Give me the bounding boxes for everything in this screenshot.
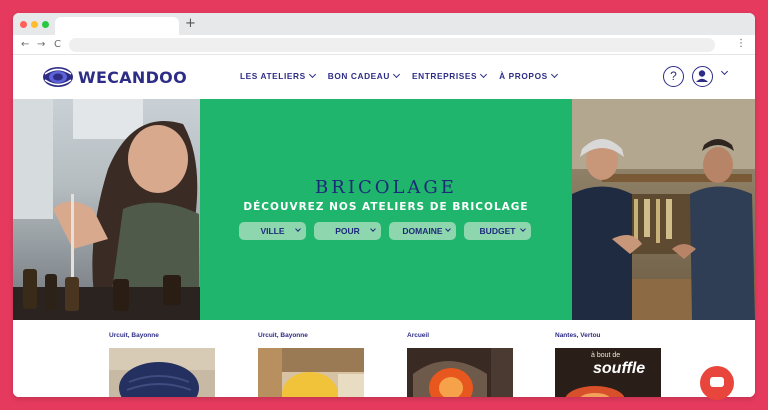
url-input[interactable] [69, 38, 715, 52]
browser-tab-bar: + [13, 13, 755, 35]
logo-mark-icon [42, 66, 74, 88]
new-tab-button[interactable]: + [185, 16, 196, 31]
filter-ville-dropdown[interactable]: VILLE [239, 222, 306, 240]
filter-domaine-dropdown[interactable]: DOMAINE [389, 222, 456, 240]
filter-label: DOMAINE [402, 226, 443, 236]
nav-label: LES ATELIERS [240, 71, 306, 81]
chat-widget-button[interactable] [700, 366, 734, 400]
user-menu-chevron-icon[interactable] [720, 67, 729, 76]
chevron-down-icon [392, 70, 401, 79]
chat-bubble-icon [710, 377, 724, 387]
hero-photo-right [572, 99, 755, 320]
filter-label: VILLE [260, 226, 285, 236]
workshop-card[interactable]: Nantes, Vertou à bout de souffle [555, 332, 661, 397]
filter-bar: VILLE POUR DOMAINE BUDGET [239, 222, 531, 240]
hero-subtitle: DÉCOUVREZ NOS ATELIERS DE BRICOLAGE [243, 201, 529, 213]
chevron-down-icon [445, 226, 451, 232]
card-image[interactable] [258, 348, 364, 397]
chevron-down-icon [520, 226, 526, 232]
browser-window: + ← → C ⋮ WECANDOO LES ATELIERS BON CADE… [13, 13, 755, 397]
browser-tab[interactable] [55, 17, 179, 35]
maximize-window-button[interactable] [42, 21, 49, 28]
filter-label: BUDGET [479, 226, 516, 236]
hero-title: BRICOLAGE [315, 177, 457, 198]
brand-name: WECANDOO [78, 67, 187, 87]
nav-a-propos[interactable]: À PROPOS [499, 70, 558, 81]
card-image[interactable] [407, 348, 513, 397]
hero-photo-left [13, 99, 200, 320]
filter-budget-dropdown[interactable]: BUDGET [464, 222, 531, 240]
workshop-card[interactable]: Arcueil [407, 332, 513, 397]
forward-icon[interactable]: → [37, 39, 45, 51]
site-header: WECANDOO LES ATELIERS BON CADEAU ENTREPR… [13, 55, 755, 98]
workshop-card[interactable]: Urcuit, Bayonne [109, 332, 215, 397]
nav-label: À PROPOS [499, 71, 548, 81]
card-image[interactable]: à bout de souffle [555, 348, 661, 397]
workshop-card[interactable]: Urcuit, Bayonne [258, 332, 364, 397]
chevron-down-icon [480, 70, 488, 79]
chevron-down-icon [370, 226, 376, 232]
address-bar-row: ← → C ⋮ [13, 35, 755, 55]
workshop-cards: Urcuit, Bayonne Urcuit, Bayonne Arcueil … [13, 320, 755, 397]
site-logo[interactable]: WECANDOO [42, 66, 187, 88]
main-nav: LES ATELIERS BON CADEAU ENTREPRISES À PR… [240, 70, 570, 81]
nav-entreprises[interactable]: ENTREPRISES [412, 70, 488, 81]
card-location: Urcuit, Bayonne [109, 332, 159, 339]
nav-les-ateliers[interactable]: LES ATELIERS [240, 70, 316, 81]
user-icon [696, 70, 708, 82]
card-image-title: souffle [593, 360, 646, 377]
filter-pour-dropdown[interactable]: POUR [314, 222, 381, 240]
card-image[interactable] [109, 348, 215, 397]
card-location: Urcuit, Bayonne [258, 332, 308, 339]
filter-label: POUR [335, 226, 360, 236]
close-window-button[interactable] [20, 21, 27, 28]
back-icon[interactable]: ← [21, 39, 29, 51]
card-image-caption: à bout de [591, 352, 621, 359]
nav-label: BON CADEAU [327, 71, 390, 81]
help-button[interactable]: ? [663, 66, 684, 87]
chevron-down-icon [308, 70, 316, 79]
chevron-down-icon [295, 226, 301, 232]
user-account-button[interactable] [692, 66, 713, 87]
minimize-window-button[interactable] [31, 21, 38, 28]
hero-search-panel: BRICOLAGE DÉCOUVREZ NOS ATELIERS DE BRIC… [200, 99, 572, 320]
card-location: Arcueil [407, 332, 430, 339]
nav-label: ENTREPRISES [412, 71, 478, 81]
browser-menu-icon[interactable]: ⋮ [736, 38, 746, 50]
chevron-down-icon [550, 70, 558, 79]
card-location: Nantes, Vertou [555, 332, 601, 339]
hero-banner: BRICOLAGE DÉCOUVREZ NOS ATELIERS DE BRIC… [13, 99, 755, 320]
nav-bon-cadeau[interactable]: BON CADEAU [327, 70, 401, 81]
reload-icon[interactable]: C [54, 39, 61, 51]
